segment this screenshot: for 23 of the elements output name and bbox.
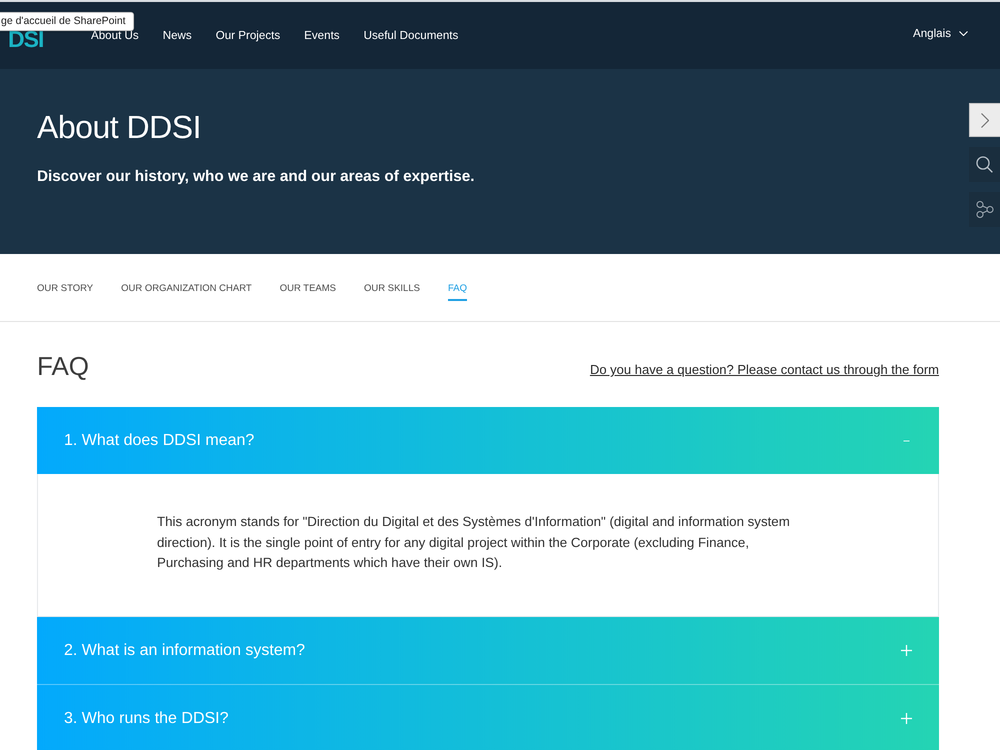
search-button[interactable] [969,147,1000,182]
nav-link[interactable]: News [162,29,192,42]
faq-answer: This acronym stands for "Direction du Digital et des Systèmes d'Information" (digital and information system direction). It is the single point of entry for any digital project within the Corporate (excluding Finance, Purchasing and HR departments which have their own IS). [157,513,791,572]
nav-link[interactable]: Useful Documents [364,29,458,42]
nav-link[interactable]: About Us [91,29,139,42]
search-icon [976,156,993,173]
section-title: FAQ [37,351,90,381]
page-title: About DDSI [37,108,201,146]
tooltip: ge d'accueil de SharePoint [0,12,134,31]
nav-link[interactable]: Events [304,29,340,42]
chevron-down-icon [959,31,968,36]
tab[interactable]: OUR STORY [37,283,94,301]
contact-link[interactable]: Do you have a question? Please contact us through the form [590,362,939,378]
nav-link[interactable]: Our Projects [216,29,280,42]
tab[interactable]: OUR ORGANIZATION CHART [121,283,252,301]
logo[interactable]: DSI [8,31,91,48]
chevron-right-icon [981,112,989,128]
page-subtitle: Discover our history, who we are and our areas of expertise. [37,167,475,187]
tab[interactable]: OUR SKILLS [364,283,420,301]
share-icon [976,201,994,218]
tab[interactable]: OUR TEAMS [280,283,336,301]
language-selector[interactable]: Anglais [912,27,968,40]
share-button[interactable] [969,192,1000,227]
